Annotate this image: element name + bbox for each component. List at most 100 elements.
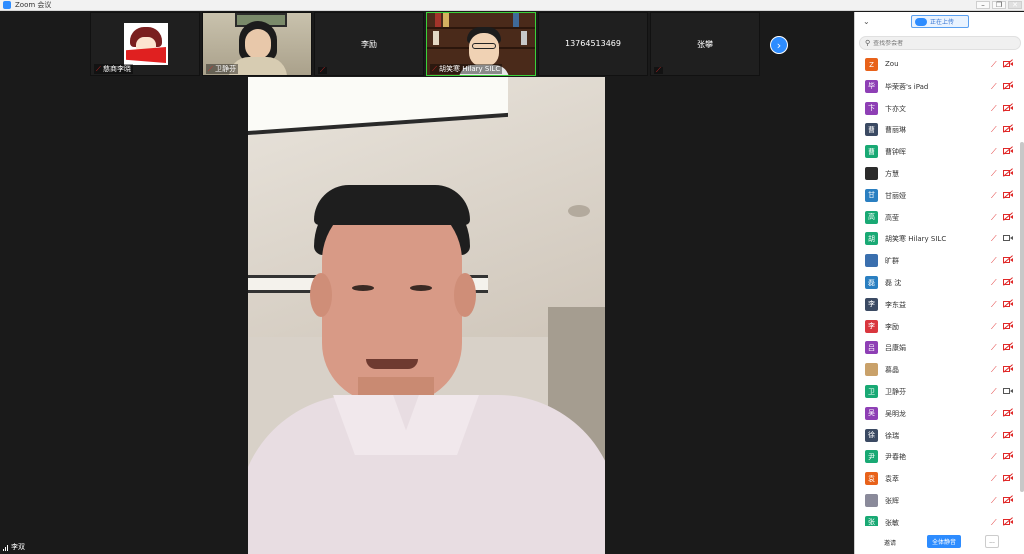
camera-off-icon[interactable] — [1003, 81, 1013, 90]
video-tile[interactable]: 张攀 ⟋ — [650, 12, 760, 76]
participant-row[interactable]: 张张敏 ⟋ — [855, 512, 1021, 526]
camera-off-icon[interactable] — [1003, 59, 1013, 68]
mute-all-button[interactable]: 全体静音 — [927, 535, 961, 548]
participant-name: 卞亦文 — [885, 104, 906, 113]
mic-muted-icon[interactable]: ⟋ — [991, 474, 997, 483]
camera-on-icon[interactable] — [1003, 234, 1013, 242]
participant-row[interactable]: 卫卫静芬 ⟋ — [855, 381, 1021, 403]
participant-row[interactable]: 徐徐瑞 ⟋ — [855, 425, 1021, 447]
mic-muted-icon[interactable]: ⟋ — [991, 387, 997, 396]
chevron-down-icon[interactable]: ⌄ — [863, 17, 870, 26]
participant-avatar — [865, 363, 878, 377]
camera-off-icon[interactable] — [1003, 320, 1013, 330]
camera-off-icon[interactable] — [1003, 168, 1013, 177]
camera-off-icon[interactable] — [1003, 517, 1013, 526]
mic-muted-icon[interactable]: ⟋ — [991, 256, 997, 265]
camera-off-icon[interactable] — [1003, 342, 1013, 352]
video-tile[interactable]: 李励 ⟋ — [314, 12, 424, 76]
next-page-icon[interactable]: › — [770, 36, 788, 54]
tile-name: 卫静芬 — [215, 65, 236, 73]
mic-muted-icon[interactable]: ⟋ — [991, 213, 997, 222]
mic-muted-icon[interactable]: ⟋ — [991, 169, 997, 178]
participant-row[interactable]: 吕吕康娟 ⟋ — [855, 337, 1021, 359]
mic-muted-icon[interactable]: ⟋ — [991, 278, 997, 287]
mic-muted-icon[interactable]: ⟋ — [991, 300, 997, 309]
mic-muted-icon[interactable]: ⟋ — [991, 82, 997, 91]
minimize-button[interactable]: – — [976, 1, 990, 9]
mic-muted-icon[interactable]: ⟋ — [991, 125, 997, 134]
participant-row[interactable]: 胡胡笑寒 Hilary SILC ⟋ — [855, 228, 1021, 250]
participant-row[interactable]: 尹尹春艳 ⟋ — [855, 446, 1021, 468]
cartoon-avatar — [124, 23, 168, 65]
invite-button[interactable]: 邀请 — [877, 536, 903, 548]
participant-list: Z Zou ⟋ 毕毕荣蓉's iPad ⟋ 卞卞亦文 ⟋ 曹曹丽琳 ⟋ 曹曹钟晖 ⟋ 方慧 ⟋ 甘甘丽娅 ⟋… — [855, 54, 1021, 526]
participant-row[interactable]: 卞卞亦文 ⟋ — [855, 98, 1021, 120]
participant-avatar: 甘 — [865, 188, 878, 202]
participant-avatar: 曹 — [865, 123, 878, 137]
mic-muted-icon: ⟋ — [320, 66, 325, 74]
participant-name: 吕康娟 — [885, 344, 906, 353]
camera-off-icon[interactable] — [1003, 277, 1013, 286]
video-tile[interactable]: ⟋ 卫静芬 — [202, 12, 312, 76]
restore-button[interactable]: ❐ — [992, 1, 1006, 9]
mic-muted-icon[interactable]: ⟋ — [991, 343, 997, 352]
upload-status-badge[interactable]: 正在上传 — [911, 15, 969, 28]
scrollbar[interactable] — [1020, 142, 1024, 492]
camera-off-icon[interactable] — [1003, 451, 1013, 461]
video-tile[interactable]: 13764513469 — [538, 12, 648, 76]
camera-off-icon[interactable] — [1003, 495, 1013, 504]
camera-off-icon[interactable] — [1003, 429, 1013, 439]
mic-muted-icon[interactable]: ⟋ — [991, 496, 997, 505]
tile-center-name: 13764513469 — [565, 39, 621, 48]
camera-off-icon[interactable] — [1003, 102, 1013, 112]
participant-row[interactable]: Z Zou ⟋ — [855, 54, 1021, 76]
mic-muted-icon[interactable]: ⟋ — [991, 452, 997, 461]
mic-muted-icon[interactable]: ⟋ — [991, 322, 997, 331]
participant-row[interactable]: 曹曹钟晖 ⟋ — [855, 141, 1021, 163]
self-name-label: 李双 — [3, 542, 25, 552]
participant-name: 胡笑寒 Hilary SILC — [885, 235, 947, 244]
mic-muted-icon[interactable]: ⟋ — [991, 518, 997, 526]
camera-off-icon[interactable] — [1003, 299, 1013, 308]
participant-row[interactable]: 磊磊 沈 ⟋ — [855, 272, 1021, 294]
active-speaker-video — [248, 77, 605, 554]
participant-row[interactable]: 方慧 ⟋ — [855, 163, 1021, 185]
participant-row[interactable]: 张辉 ⟋ — [855, 490, 1021, 512]
camera-off-icon[interactable] — [1003, 408, 1013, 417]
mic-muted-icon[interactable]: ⟋ — [991, 234, 997, 243]
participant-row[interactable]: 甘甘丽娅 ⟋ — [855, 185, 1021, 207]
participant-row[interactable]: 李李励 ⟋ — [855, 316, 1021, 338]
video-tile-active-speaker[interactable]: ⟋ 胡笑寒 Hilary SILC — [426, 12, 536, 76]
mic-muted-icon[interactable]: ⟋ — [991, 409, 997, 418]
mic-muted-icon[interactable]: ⟋ — [991, 431, 997, 440]
camera-off-icon[interactable] — [1003, 146, 1013, 155]
camera-on-icon[interactable] — [1003, 387, 1013, 395]
participant-row[interactable]: 吴吴明龙 ⟋ — [855, 403, 1021, 425]
camera-off-icon[interactable] — [1003, 473, 1013, 482]
participant-search[interactable]: ⚲ — [859, 36, 1021, 50]
camera-off-icon[interactable] — [1003, 211, 1013, 221]
participant-name: 毕荣蓉's iPad — [885, 82, 929, 91]
mic-muted-icon[interactable]: ⟋ — [991, 60, 997, 69]
mic-muted-icon[interactable]: ⟋ — [991, 191, 997, 200]
close-button[interactable]: ✕ — [1008, 1, 1022, 9]
mic-muted-icon[interactable]: ⟋ — [991, 104, 997, 113]
camera-off-icon[interactable] — [1003, 255, 1013, 264]
participant-row[interactable]: 毕毕荣蓉's iPad ⟋ — [855, 76, 1021, 98]
search-input[interactable] — [873, 39, 1004, 47]
participant-row[interactable]: 慕晶 ⟋ — [855, 359, 1021, 381]
participant-name: 曹钟晖 — [885, 148, 906, 157]
camera-off-icon[interactable] — [1003, 364, 1013, 373]
participant-row[interactable]: 李李东益 ⟋ — [855, 294, 1021, 316]
camera-off-icon[interactable] — [1003, 190, 1013, 199]
participant-avatar: 尹 — [865, 450, 878, 464]
participant-row[interactable]: 曹曹丽琳 ⟋ — [855, 119, 1021, 141]
more-button[interactable]: ... — [985, 535, 999, 548]
participant-row[interactable]: 袁袁萃 ⟋ — [855, 468, 1021, 490]
video-tile[interactable]: ⟋ 慈商李晓 — [90, 12, 200, 76]
mic-muted-icon[interactable]: ⟋ — [991, 147, 997, 156]
mic-muted-icon[interactable]: ⟋ — [991, 365, 997, 374]
camera-off-icon[interactable] — [1003, 124, 1013, 134]
participant-row[interactable]: 高高莹 ⟋ — [855, 207, 1021, 229]
participant-row[interactable]: 旷群 ⟋ — [855, 250, 1021, 272]
